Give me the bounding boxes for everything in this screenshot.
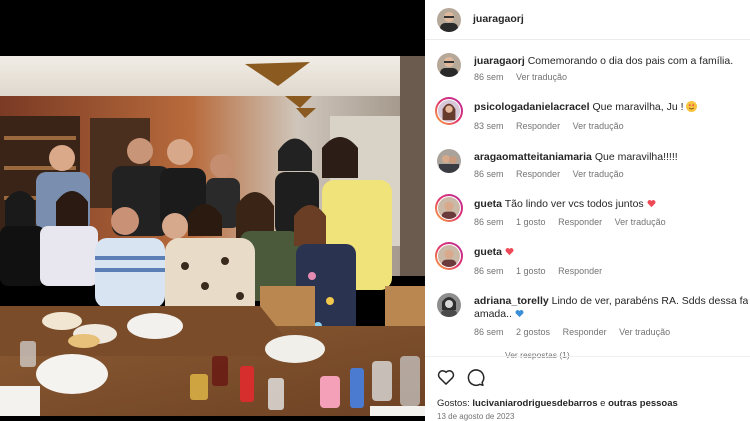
actions-divider bbox=[425, 356, 750, 357]
likes-summary: Gostos: lucivaniarodriguesdebarros e out… bbox=[437, 398, 678, 409]
comment-text-row: aragaomatteitaniamaria Que maravilha!!!!… bbox=[474, 151, 748, 164]
post-photo[interactable] bbox=[0, 56, 425, 416]
comment-age: 86 sem bbox=[474, 169, 504, 179]
see-translation-link[interactable]: Ver tradução bbox=[615, 217, 666, 227]
likes-first-user[interactable]: lucivaniarodriguesdebarros bbox=[472, 398, 597, 409]
comment-avatar[interactable] bbox=[435, 242, 463, 270]
view-replies-link[interactable]: Ver respostas (1) bbox=[505, 350, 570, 360]
red-heart-emoji-icon bbox=[505, 248, 514, 256]
comment-meta: 86 sem Ver tradução bbox=[474, 72, 577, 82]
comment-username[interactable]: gueta bbox=[474, 198, 502, 210]
red-heart-emoji-icon bbox=[647, 200, 656, 208]
family-photo-illustration bbox=[0, 56, 425, 416]
comment-text-row: adriana_torelly Lindo de ver, parabéns R… bbox=[474, 295, 748, 308]
comment-username[interactable]: psicologadanielacracel bbox=[474, 101, 590, 113]
heart-eyes-emoji-icon bbox=[686, 101, 698, 112]
reply-link[interactable]: Responder bbox=[516, 169, 560, 179]
reply-link[interactable]: Responder bbox=[563, 327, 607, 337]
comment-text: Tão lindo ver vcs todos juntos bbox=[504, 198, 644, 210]
comment-meta: 86 sem 1 gosto Responder Ver tradução bbox=[474, 217, 676, 227]
blue-heart-emoji-icon bbox=[515, 310, 524, 318]
comment-text-continued: amada.. bbox=[474, 308, 512, 320]
comment-meta: 86 sem Responder Ver tradução bbox=[474, 169, 634, 179]
comment-text: Que maravilha, Ju ! bbox=[592, 101, 684, 113]
likes-others-link[interactable]: outras pessoas bbox=[608, 398, 678, 409]
comment-text-row: psicologadanielacracel Que maravilha, Ju… bbox=[474, 101, 748, 114]
comment-age: 86 sem bbox=[474, 217, 504, 227]
see-translation-link[interactable]: Ver tradução bbox=[619, 327, 670, 337]
comment-text: Comemorando o dia dos pais com a família… bbox=[527, 55, 734, 67]
comment-likes[interactable]: 1 gosto bbox=[516, 266, 546, 276]
comment-username[interactable]: adriana_torelly bbox=[474, 295, 549, 307]
author-username[interactable]: juaragaorj bbox=[473, 13, 524, 25]
comment-text-row: gueta bbox=[474, 246, 748, 259]
heart-outline-icon[interactable] bbox=[436, 367, 456, 387]
see-translation-link[interactable]: Ver tradução bbox=[573, 121, 624, 131]
comment-bubble-icon[interactable] bbox=[465, 367, 485, 387]
see-translation-link[interactable]: Ver tradução bbox=[573, 169, 624, 179]
comment-age: 83 sem bbox=[474, 121, 504, 131]
likes-connector: e bbox=[600, 398, 606, 409]
reply-link[interactable]: Responder bbox=[558, 266, 602, 276]
comments-panel: juaragaorj juaragaorj Comemorando o dia … bbox=[425, 0, 750, 421]
comment-age: 86 sem bbox=[474, 327, 504, 337]
author-avatar[interactable] bbox=[437, 8, 461, 32]
comment-avatar[interactable] bbox=[435, 97, 463, 125]
comment-username[interactable]: juaragaorj bbox=[474, 55, 525, 67]
comment-avatar[interactable] bbox=[437, 53, 461, 77]
comment-age: 86 sem bbox=[474, 266, 504, 276]
comment-avatar[interactable] bbox=[437, 149, 461, 173]
comment-avatar[interactable] bbox=[435, 194, 463, 222]
comment-text: Lindo de ver, parabéns RA. Sdds dessa fa… bbox=[551, 295, 748, 307]
post-date: 13 de agosto de 2023 bbox=[437, 412, 515, 421]
comment-text-row: juaragaorj Comemorando o dia dos pais co… bbox=[474, 55, 748, 68]
comment-age: 86 sem bbox=[474, 72, 504, 82]
comment-text-row-continued: amada.. bbox=[474, 308, 748, 321]
comment-likes[interactable]: 2 gostos bbox=[516, 327, 550, 337]
comment-likes[interactable]: 1 gosto bbox=[516, 217, 546, 227]
comment-avatar[interactable] bbox=[437, 293, 461, 317]
comment-meta: 86 sem 2 gostos Responder Ver tradução bbox=[474, 327, 680, 337]
comment-meta: 86 sem 1 gosto Responder bbox=[474, 266, 612, 276]
comment-meta: 83 sem Responder Ver tradução bbox=[474, 121, 634, 131]
comment-text-row: gueta Tão lindo ver vcs todos juntos bbox=[474, 198, 748, 211]
see-translation-link[interactable]: Ver tradução bbox=[516, 72, 567, 82]
comment-username[interactable]: gueta bbox=[474, 246, 502, 258]
reply-link[interactable]: Responder bbox=[558, 217, 602, 227]
comment-text: Que maravilha!!!!! bbox=[594, 151, 678, 163]
comment-username[interactable]: aragaomatteitaniamaria bbox=[474, 151, 592, 163]
likes-prefix: Gostos: bbox=[437, 398, 470, 409]
reply-link[interactable]: Responder bbox=[516, 121, 560, 131]
post-header: juaragaorj bbox=[425, 0, 750, 40]
